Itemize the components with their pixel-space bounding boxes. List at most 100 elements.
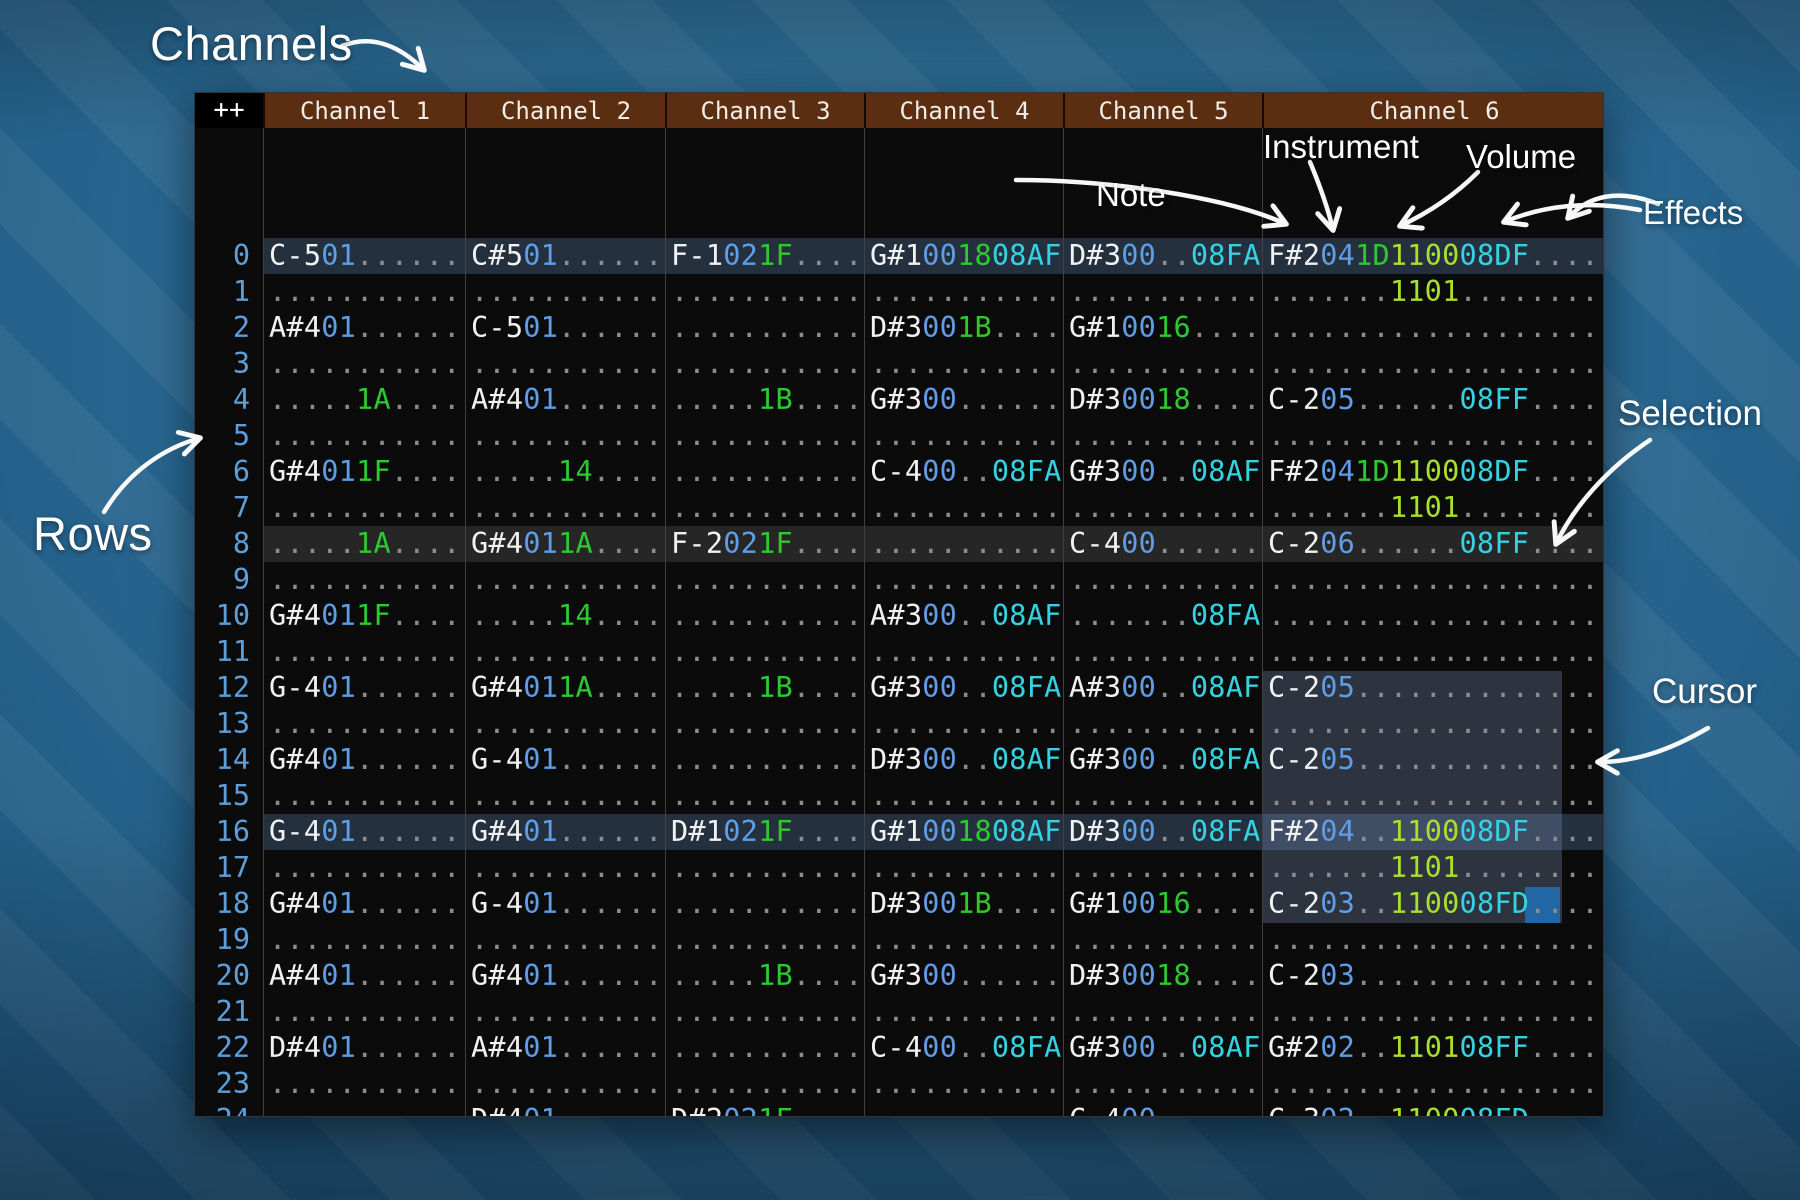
pattern-cell-ch2-row7[interactable]: ...........	[465, 490, 665, 526]
pattern-cell-ch1-row12[interactable]: G-401......	[263, 670, 465, 706]
pattern-cell-ch5-row1[interactable]: ...........	[1063, 274, 1262, 310]
pattern-cell-ch3-row11[interactable]: ...........	[665, 634, 864, 670]
pattern-cell-ch5-row16[interactable]: D#300..08FA	[1063, 814, 1262, 850]
pattern-cell-ch3-row20[interactable]: .....1B....	[665, 958, 864, 994]
pattern-cell-ch5-row17[interactable]: ...........	[1063, 850, 1262, 886]
pattern-cell-ch4-row23[interactable]: ...........	[864, 1066, 1063, 1102]
pattern-cell-ch5-row8[interactable]: C-400......	[1063, 526, 1262, 562]
pattern-cell-ch2-row15[interactable]: ...........	[465, 778, 665, 814]
channel-header-2[interactable]: Channel 2	[465, 93, 665, 128]
pattern-cell-ch3-row13[interactable]: ...........	[665, 706, 864, 742]
pattern-cell-ch3-row19[interactable]: ...........	[665, 922, 864, 958]
pattern-cell-ch1-row7[interactable]: ...........	[263, 490, 465, 526]
pattern-cell-ch4-row20[interactable]: G#300......	[864, 958, 1063, 994]
pattern-cell-ch1-row21[interactable]: ...........	[263, 994, 465, 1030]
pattern-cell-ch4-row9[interactable]: ...........	[864, 562, 1063, 598]
pattern-cell-ch5-row14[interactable]: G#300..08FA	[1063, 742, 1262, 778]
channel-header-6[interactable]: Channel 6	[1262, 93, 1604, 128]
pattern-cell-ch2-row16[interactable]: G#401......	[465, 814, 665, 850]
pattern-cell-ch1-row5[interactable]: ...........	[263, 418, 465, 454]
pattern-cell-ch6-row16[interactable]: F#204..110008DF....	[1262, 814, 1604, 850]
pattern-cell-ch4-row21[interactable]: ...........	[864, 994, 1063, 1030]
pattern-cell-ch4-row12[interactable]: G#300..08FA	[864, 670, 1063, 706]
pattern-cell-ch1-row24[interactable]: ...........	[263, 1102, 465, 1117]
pattern-cell-ch3-row0[interactable]: F-1021F....	[665, 238, 864, 274]
pattern-cell-ch2-row5[interactable]: ...........	[465, 418, 665, 454]
pattern-cell-ch6-row1[interactable]: .......1101........	[1262, 274, 1604, 310]
pattern-corner-cell[interactable]: ++	[195, 93, 263, 128]
pattern-cell-ch6-row17[interactable]: .......1101........	[1262, 850, 1604, 886]
pattern-cell-ch6-row8[interactable]: C-206......08FF....	[1262, 526, 1604, 562]
pattern-cell-ch5-row3[interactable]: ...........	[1063, 346, 1262, 382]
pattern-cell-ch4-row24[interactable]: ...........	[864, 1102, 1063, 1117]
pattern-cell-ch2-row6[interactable]: .....14....	[465, 454, 665, 490]
pattern-cell-ch4-row10[interactable]: A#300..08AF	[864, 598, 1063, 634]
pattern-cell-ch2-row1[interactable]: ...........	[465, 274, 665, 310]
pattern-cell-ch1-row23[interactable]: ...........	[263, 1066, 465, 1102]
pattern-cell-ch5-row2[interactable]: G#10016....	[1063, 310, 1262, 346]
pattern-cell-ch1-row14[interactable]: G#401......	[263, 742, 465, 778]
pattern-cell-ch1-row8[interactable]: .....1A....	[263, 526, 465, 562]
pattern-cell-ch3-row12[interactable]: .....1B....	[665, 670, 864, 706]
pattern-cell-ch3-row2[interactable]: ...........	[665, 310, 864, 346]
pattern-cell-ch2-row10[interactable]: .....14....	[465, 598, 665, 634]
pattern-cell-ch1-row6[interactable]: G#4011F....	[263, 454, 465, 490]
pattern-cell-ch1-row16[interactable]: G-401......	[263, 814, 465, 850]
pattern-cell-ch2-row22[interactable]: A#401......	[465, 1030, 665, 1066]
pattern-cell-ch1-row13[interactable]: ...........	[263, 706, 465, 742]
pattern-cell-ch4-row17[interactable]: ...........	[864, 850, 1063, 886]
pattern-cell-ch6-row3[interactable]: ...................	[1262, 346, 1604, 382]
channel-header-4[interactable]: Channel 4	[864, 93, 1063, 128]
pattern-cell-ch5-row19[interactable]: ...........	[1063, 922, 1262, 958]
pattern-cell-ch3-row15[interactable]: ...........	[665, 778, 864, 814]
pattern-cell-ch5-row24[interactable]: C-400......	[1063, 1102, 1262, 1117]
pattern-cell-ch5-row10[interactable]: .......08FA	[1063, 598, 1262, 634]
pattern-cell-ch1-row2[interactable]: A#401......	[263, 310, 465, 346]
pattern-cell-ch5-row18[interactable]: G#10016....	[1063, 886, 1262, 922]
pattern-cell-ch2-row18[interactable]: G-401......	[465, 886, 665, 922]
pattern-cell-ch4-row14[interactable]: D#300..08AF	[864, 742, 1063, 778]
pattern-cell-ch1-row22[interactable]: D#401......	[263, 1030, 465, 1066]
pattern-cell-ch3-row18[interactable]: ...........	[665, 886, 864, 922]
pattern-cell-ch6-row24[interactable]: C-302..110008FD....	[1262, 1102, 1604, 1117]
pattern-cell-ch5-row15[interactable]: ...........	[1063, 778, 1262, 814]
pattern-cell-ch5-row12[interactable]: A#300..08AF	[1063, 670, 1262, 706]
pattern-cell-ch3-row1[interactable]: ...........	[665, 274, 864, 310]
pattern-cell-ch3-row23[interactable]: ...........	[665, 1066, 864, 1102]
pattern-cell-ch1-row3[interactable]: ...........	[263, 346, 465, 382]
pattern-cell-ch5-row21[interactable]: ...........	[1063, 994, 1262, 1030]
pattern-cell-ch4-row15[interactable]: ...........	[864, 778, 1063, 814]
pattern-cell-ch1-row4[interactable]: .....1A....	[263, 382, 465, 418]
pattern-cell-ch4-row13[interactable]: ...........	[864, 706, 1063, 742]
pattern-cell-ch4-row8[interactable]: ...........	[864, 526, 1063, 562]
pattern-cell-ch3-row3[interactable]: ...........	[665, 346, 864, 382]
pattern-cell-ch6-row4[interactable]: C-205......08FF....	[1262, 382, 1604, 418]
pattern-cell-ch2-row9[interactable]: ...........	[465, 562, 665, 598]
pattern-cell-ch3-row17[interactable]: ...........	[665, 850, 864, 886]
pattern-cell-ch5-row4[interactable]: D#30018....	[1063, 382, 1262, 418]
pattern-cell-ch6-row0[interactable]: F#2041D110008DF....	[1262, 238, 1604, 274]
pattern-cell-ch1-row17[interactable]: ...........	[263, 850, 465, 886]
pattern-cell-ch1-row15[interactable]: ...........	[263, 778, 465, 814]
pattern-cell-ch5-row11[interactable]: ...........	[1063, 634, 1262, 670]
pattern-cell-ch5-row20[interactable]: D#30018....	[1063, 958, 1262, 994]
pattern-cell-ch4-row22[interactable]: C-400..08FA	[864, 1030, 1063, 1066]
pattern-cell-ch2-row23[interactable]: ...........	[465, 1066, 665, 1102]
pattern-cell-ch2-row19[interactable]: ...........	[465, 922, 665, 958]
pattern-cell-ch3-row6[interactable]: ...........	[665, 454, 864, 490]
pattern-cell-ch4-row3[interactable]: ...........	[864, 346, 1063, 382]
pattern-cell-ch2-row3[interactable]: ...........	[465, 346, 665, 382]
pattern-cell-ch2-row0[interactable]: C#501......	[465, 238, 665, 274]
pattern-cell-ch2-row17[interactable]: ...........	[465, 850, 665, 886]
pattern-cell-ch4-row11[interactable]: ...........	[864, 634, 1063, 670]
pattern-cell-ch6-row9[interactable]: ...................	[1262, 562, 1604, 598]
pattern-cell-ch5-row22[interactable]: G#300..08AF	[1063, 1030, 1262, 1066]
pattern-cell-ch2-row13[interactable]: ...........	[465, 706, 665, 742]
pattern-cell-ch6-row18[interactable]: C-203..110008FD....	[1262, 886, 1604, 922]
pattern-cell-ch3-row22[interactable]: ...........	[665, 1030, 864, 1066]
pattern-cell-ch1-row0[interactable]: C-501......	[263, 238, 465, 274]
pattern-cell-ch6-row7[interactable]: .......1101........	[1262, 490, 1604, 526]
pattern-cell-ch2-row24[interactable]: D#401......	[465, 1102, 665, 1117]
pattern-cell-ch5-row5[interactable]: ...........	[1063, 418, 1262, 454]
pattern-cell-ch4-row4[interactable]: G#300......	[864, 382, 1063, 418]
